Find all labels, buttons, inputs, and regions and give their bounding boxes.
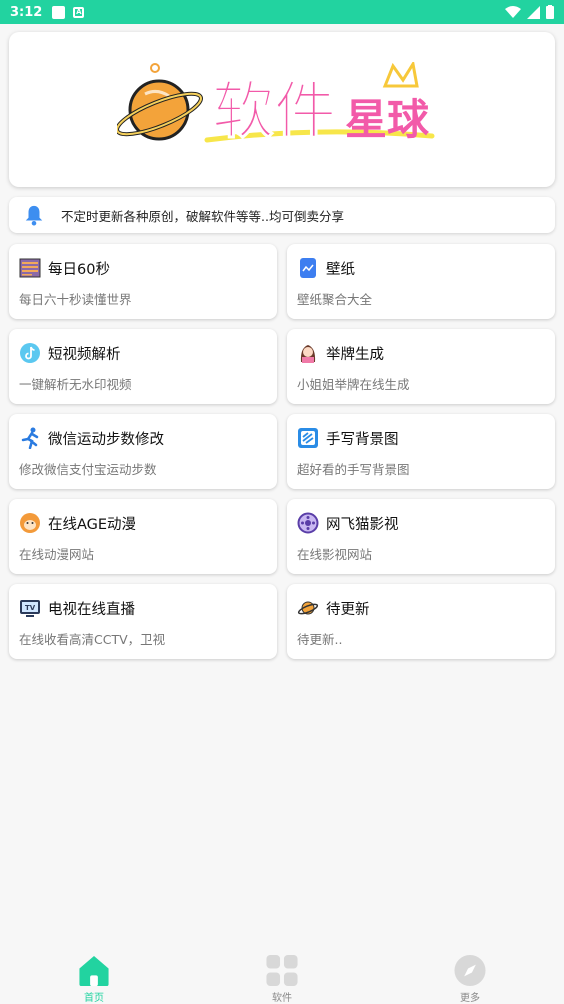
- tiktok-icon: [20, 343, 40, 363]
- tab-label: 软件: [272, 993, 292, 1004]
- card-title: 网飞猫影视: [326, 516, 399, 533]
- card-wechat-steps[interactable]: 微信运动步数修改 修改微信支付宝运动步数: [9, 414, 277, 489]
- home-icon: [79, 955, 109, 987]
- banner-logo[interactable]: 软件 星球: [9, 32, 555, 187]
- logo-text-sub: 星球: [345, 95, 430, 144]
- handwriting-icon: [298, 428, 318, 448]
- girl-icon: [300, 345, 316, 363]
- card-title: 在线AGE动漫: [48, 516, 137, 533]
- card-subtitle: 在线收看高清CCTV，卫视: [19, 632, 166, 647]
- card-sign-generator[interactable]: 举牌生成 小姐姐举牌在线生成: [287, 329, 555, 404]
- running-icon: [21, 427, 39, 449]
- card-age-anime[interactable]: 在线AGE动漫 在线动漫网站: [9, 499, 277, 574]
- tab-more[interactable]: 更多: [376, 946, 564, 1004]
- card-handwriting-bg[interactable]: 手写背景图 超好看的手写背景图: [287, 414, 555, 489]
- card-title: 壁纸: [326, 261, 355, 278]
- card-subtitle: 在线影视网站: [297, 547, 373, 562]
- grid-icon: [266, 954, 298, 987]
- card-tv-live[interactable]: TV 电视在线直播 在线收看高清CCTV，卫视: [9, 584, 277, 659]
- logo-text-main: 软件: [212, 74, 336, 147]
- notice-text: 不定时更新各种原创，破解软件等等..均可倒卖分享: [61, 208, 344, 224]
- battery-icon: [546, 5, 554, 19]
- card-daily-60s[interactable]: 每日60秒 每日六十秒读懂世界: [9, 244, 277, 319]
- tab-home[interactable]: 首页: [0, 946, 188, 1004]
- card-subtitle: 超好看的手写背景图: [297, 462, 410, 477]
- bottom-tab-bar: 首页 软件 更多: [0, 946, 564, 1004]
- card-pending-update[interactable]: 待更新 待更新..: [287, 584, 555, 659]
- card-netflix-cat[interactable]: 网飞猫影视 在线影视网站: [287, 499, 555, 574]
- card-title: 举牌生成: [326, 346, 384, 363]
- tv-icon: TV: [20, 600, 40, 617]
- card-subtitle: 在线动漫网站: [19, 547, 95, 562]
- bell-icon: [25, 205, 43, 226]
- tab-software[interactable]: 软件: [188, 946, 376, 1004]
- card-video-parse[interactable]: 短视频解析 一键解析无水印视频: [9, 329, 277, 404]
- card-title: 短视频解析: [48, 346, 121, 363]
- wifi-icon: [505, 5, 521, 18]
- card-subtitle: 一键解析无水印视频: [19, 377, 132, 392]
- tab-label: 更多: [460, 993, 480, 1004]
- card-subtitle: 小姐姐举牌在线生成: [297, 377, 410, 392]
- card-title: 电视在线直播: [48, 601, 135, 618]
- card-title: 每日60秒: [48, 261, 110, 278]
- monkey-icon: [20, 513, 40, 533]
- status-time: 3:12: [10, 4, 43, 20]
- card-wallpaper[interactable]: 壁纸 壁纸聚合大全: [287, 244, 555, 319]
- notification-icon: [52, 5, 66, 19]
- card-title: 待更新: [326, 601, 370, 618]
- notice-bar[interactable]: 不定时更新各种原创，破解软件等等..均可倒卖分享: [9, 197, 555, 233]
- card-title: 微信运动步数修改: [48, 431, 164, 448]
- planet-icon: [297, 601, 319, 615]
- wallpaper-icon: [300, 258, 316, 278]
- card-subtitle: 每日六十秒读懂世界: [19, 292, 132, 307]
- card-title: 手写背景图: [326, 431, 399, 448]
- svg-text:TV: TV: [25, 604, 36, 612]
- feature-grid: 每日60秒 每日六十秒读懂世界 壁纸 壁纸聚合大全 短视频解析 一键解析无水印视…: [9, 244, 555, 659]
- cat-film-icon: [297, 512, 319, 534]
- tab-label: 首页: [84, 993, 104, 1004]
- news-icon: [19, 258, 41, 278]
- app-notification-icon: A: [73, 6, 85, 18]
- compass-icon: [454, 954, 486, 987]
- card-subtitle: 壁纸聚合大全: [297, 292, 373, 307]
- signal-icon: [527, 5, 540, 19]
- status-bar: 3:12 A: [0, 0, 564, 24]
- card-subtitle: 修改微信支付宝运动步数: [19, 462, 157, 477]
- planet-logo-icon: 软件 星球: [117, 62, 435, 148]
- card-subtitle: 待更新..: [297, 632, 343, 647]
